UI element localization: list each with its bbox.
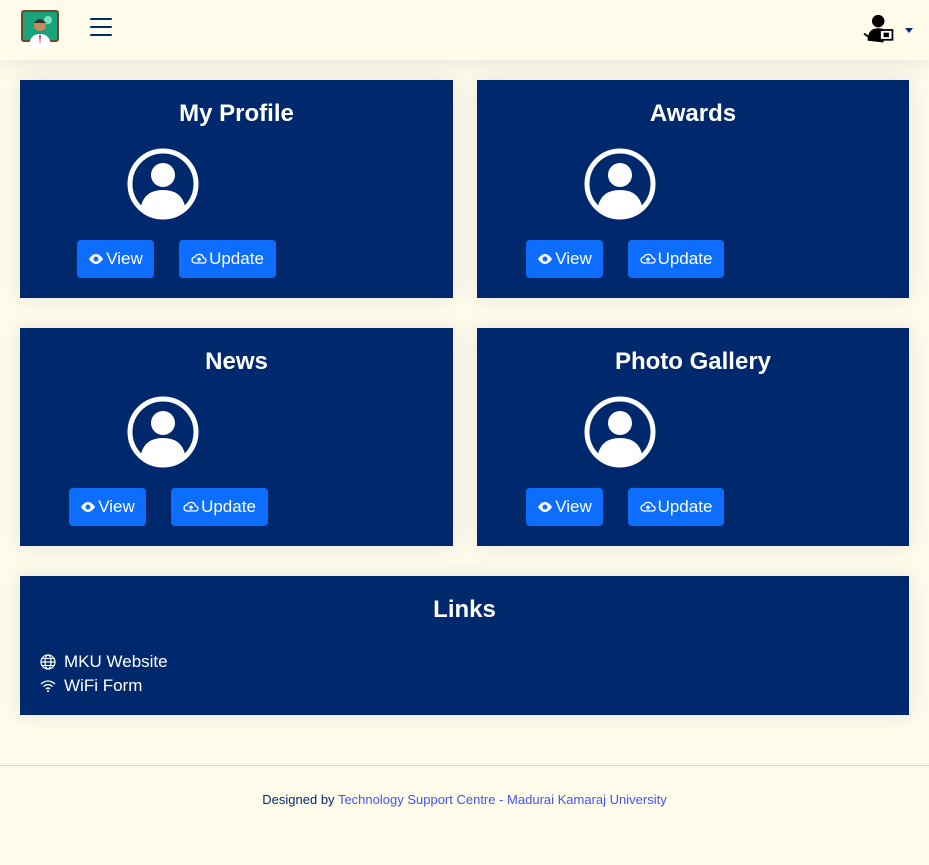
update-button[interactable]: Update [628, 240, 724, 278]
card-awards: Awards View Update [477, 80, 909, 298]
view-button-label: View [555, 249, 592, 268]
user-avatar-icon [584, 148, 656, 220]
card-photo-gallery: Photo Gallery View Update [477, 328, 909, 546]
user-menu-dropdown[interactable] [862, 12, 917, 48]
footer-divider [0, 765, 929, 766]
card-news: News View Update [20, 328, 453, 546]
eye-icon [81, 502, 96, 512]
update-button[interactable]: Update [171, 488, 268, 526]
card-links: Links MKU Website WiFi Form [20, 576, 909, 715]
link-label: WiFi Form [64, 676, 143, 695]
cloud-upload-icon [640, 253, 656, 264]
card-title: Awards [649, 100, 737, 127]
hamburger-line [90, 26, 112, 28]
footer: Designed by Technology Support Centre - … [0, 792, 929, 807]
globe-icon [40, 654, 56, 670]
view-button-label: View [98, 497, 135, 516]
update-button-label: Update [209, 249, 264, 268]
user-avatar-icon [127, 148, 199, 220]
link-wifi-form[interactable]: WiFi Form [40, 674, 168, 698]
update-button-label: Update [201, 497, 256, 516]
user-teacher-icon [863, 14, 894, 43]
view-button[interactable]: View [77, 240, 154, 278]
footer-prefix: Designed by [262, 792, 335, 807]
update-button-label: Update [657, 497, 713, 516]
top-header [0, 0, 929, 60]
footer-credit-link[interactable]: Technology Support Centre - Madurai Kama… [338, 792, 667, 807]
card-title: My Profile [179, 100, 294, 127]
card-my-profile: My Profile View Update [20, 80, 453, 298]
logo-icon[interactable] [21, 10, 59, 48]
update-button-label: Update [657, 249, 713, 268]
cloud-upload-icon [640, 501, 656, 512]
view-button[interactable]: View [526, 240, 603, 278]
card-title: News [205, 348, 268, 375]
hamburger-line [90, 34, 112, 36]
view-button-label: View [106, 249, 143, 268]
view-button[interactable]: View [526, 488, 603, 526]
link-mku-website[interactable]: MKU Website [40, 650, 168, 674]
user-avatar-icon [127, 396, 199, 468]
update-button[interactable]: Update [628, 488, 724, 526]
wifi-icon [40, 680, 56, 692]
eye-icon [538, 254, 553, 264]
view-button-label: View [555, 497, 592, 516]
card-title: Photo Gallery [614, 348, 772, 375]
eye-icon [538, 502, 553, 512]
cloud-upload-icon [183, 501, 199, 512]
eye-icon [89, 254, 104, 264]
link-label: MKU Website [64, 652, 168, 671]
update-button[interactable]: Update [179, 240, 276, 278]
links-list: MKU Website WiFi Form [40, 650, 168, 698]
hamburger-line [90, 18, 112, 20]
cloud-upload-icon [191, 253, 207, 264]
card-title: Links [433, 596, 496, 623]
user-avatar-icon [584, 396, 656, 468]
hamburger-menu-button[interactable] [90, 18, 112, 40]
view-button[interactable]: View [69, 488, 146, 526]
chevron-down-icon [905, 28, 913, 33]
